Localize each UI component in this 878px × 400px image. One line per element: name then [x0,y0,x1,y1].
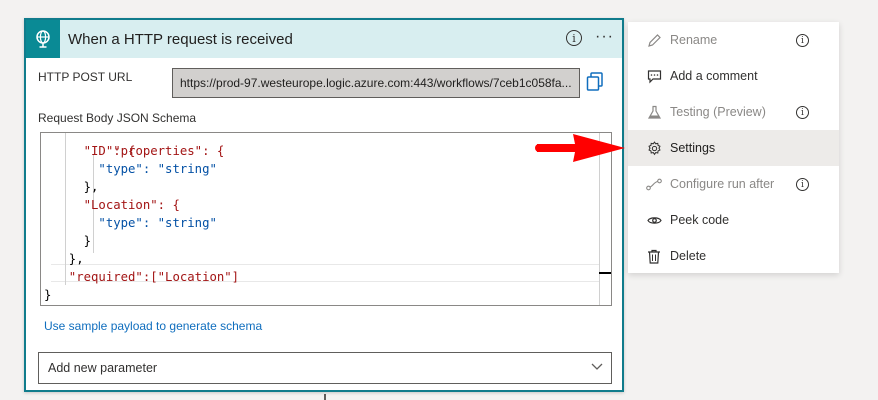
menu-item-peek-code[interactable]: Peek code [628,202,839,238]
chevron-down-icon [591,363,603,370]
http-trigger-card: When a HTTP request is received i ··· HT… [24,18,624,392]
add-new-parameter-placeholder: Add new parameter [48,361,158,375]
code-line-10: } [44,288,52,302]
code-token: "type": "string" [54,162,217,176]
code-line-5: "Location": { [54,196,180,214]
menu-item-testing-preview[interactable]: Testing (Preview) i [628,94,839,130]
http-post-url-label: HTTP POST URL [38,70,133,84]
menu-item-label: Rename [670,33,718,47]
connector-line [324,394,326,400]
gear-icon [646,140,662,156]
card-header[interactable]: When a HTTP request is received i ··· [26,20,622,58]
flask-icon [646,104,662,120]
json-schema-editor[interactable]: "properties": { "ID": { "type": "string"… [40,132,612,306]
pencil-icon [646,32,662,48]
code-token: "ID": { [54,144,136,158]
code-token: "Location": { [54,198,180,212]
http-request-globe-icon [26,20,60,58]
comment-icon [646,68,662,84]
code-token: "required":["Location"] [54,270,240,284]
code-token: "type": "string" [54,216,217,230]
menu-item-label: Configure run after [670,177,775,191]
overview-ruler-cursor [599,272,611,274]
menu-item-label: Delete [670,249,707,263]
menu-item-label: Add a comment [670,69,758,83]
context-menu: Rename i Add a comment Testing (Preview)… [628,22,839,273]
eye-icon [646,212,662,228]
code-line-1: "properties": { [54,133,224,158]
trash-icon [646,248,662,264]
info-icon[interactable]: i [796,34,809,47]
menu-item-delete[interactable]: Delete [628,238,839,274]
card-title: When a HTTP request is received [68,30,293,48]
menu-item-rename[interactable]: Rename i [628,22,839,58]
code-line-9: "required":["Location"] [54,268,239,286]
info-icon[interactable]: i [566,30,582,46]
code-line-4: }, [54,180,99,194]
code-line-2: "ID": { [54,142,136,160]
info-icon[interactable]: i [796,178,809,191]
http-post-url-field[interactable]: https://prod-97.westeurope.logic.azure.c… [172,68,580,98]
red-arrow-annotation [535,134,625,162]
code-line-7: } [54,234,92,248]
menu-item-label: Settings [670,141,716,155]
info-icon[interactable]: i [796,106,809,119]
run-after-icon [646,176,662,192]
add-new-parameter-dropdown[interactable]: Add new parameter [38,352,612,384]
menu-item-settings[interactable]: Settings [628,130,839,166]
menu-item-label: Testing (Preview) [670,105,766,119]
schema-label: Request Body JSON Schema [38,111,197,125]
use-sample-payload-link[interactable]: Use sample payload to generate schema [44,319,262,333]
menu-item-configure-run-after[interactable]: Configure run after i [628,166,839,202]
menu-item-label: Peek code [670,213,730,227]
code-line-3: "type": "string" [54,160,217,178]
code-line-6: "type": "string" [54,214,217,232]
more-options-icon[interactable]: ··· [595,28,614,46]
menu-item-add-comment[interactable]: Add a comment [628,58,839,94]
copy-icon[interactable] [586,72,604,92]
code-line-8: }, [54,252,84,266]
